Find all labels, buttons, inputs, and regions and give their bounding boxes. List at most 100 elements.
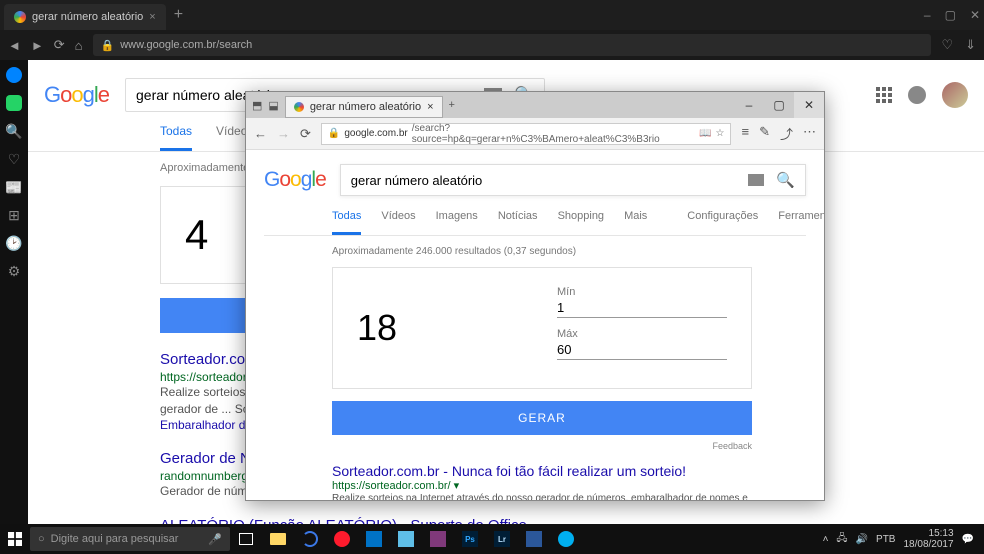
opera-tab[interactable]: gerar número aleatório ×	[4, 4, 166, 30]
close-button[interactable]: ✕	[794, 92, 824, 118]
notes-icon[interactable]: ✎	[759, 124, 770, 143]
edge-address-bar[interactable]: 🔒 google.com.br /search?source=hp&q=gera…	[321, 123, 732, 145]
mic-icon[interactable]: 🎤	[208, 533, 222, 546]
reload-button[interactable]: ⟳	[300, 126, 311, 142]
history-icon[interactable]: 🕑	[5, 234, 23, 252]
tab-preview-icon[interactable]: ⬒	[252, 99, 262, 112]
google-tabs: Todas Vídeos Imagens Notícias Shopping M…	[264, 196, 806, 236]
volume-icon[interactable]: 🔊	[856, 534, 868, 545]
taskview-icon[interactable]	[230, 524, 262, 554]
new-tab-button[interactable]: +	[443, 99, 461, 111]
min-input[interactable]: 1	[557, 298, 727, 318]
news-icon[interactable]: 📰	[5, 178, 23, 196]
more-icon[interactable]: ⋯	[803, 124, 816, 143]
result-title[interactable]: ALEATÓRIO (Função ALEATÓRIO) - Suporte d…	[160, 517, 660, 524]
clock[interactable]: 15:13 18/08/2017	[903, 528, 953, 550]
min-label: Mín	[557, 286, 727, 298]
system-tray: ˄ 🖧 🔊 PTB 15:13 18/08/2017 💬	[813, 528, 984, 550]
action-center-icon[interactable]: 💬	[962, 534, 974, 545]
result-url: https://sorteador.com.br/ ▾	[332, 479, 772, 492]
lock-icon: 🔒	[101, 39, 115, 52]
edge-window-controls: – ▢ ✕	[734, 92, 824, 118]
messenger-icon[interactable]	[5, 66, 23, 84]
back-button[interactable]: ←	[254, 126, 267, 141]
tab-aside-icon[interactable]: ⬓	[268, 99, 278, 112]
start-button[interactable]	[0, 532, 30, 546]
onenote-icon[interactable]	[422, 524, 454, 554]
tab-noticias[interactable]: Notícias	[498, 210, 538, 235]
forward-button[interactable]: ►	[31, 38, 44, 53]
max-label: Máx	[557, 328, 727, 340]
tab-mais[interactable]: Mais	[624, 210, 647, 235]
cortana-icon: ○	[38, 533, 45, 545]
settings-icon[interactable]: ⚙	[5, 262, 23, 280]
google-logo[interactable]: Google	[44, 82, 109, 108]
word-icon[interactable]	[518, 524, 550, 554]
tab-config[interactable]: Configurações	[687, 210, 758, 235]
tab-close-icon[interactable]: ×	[149, 11, 155, 23]
avatar[interactable]	[942, 82, 968, 108]
tab-shopping[interactable]: Shopping	[558, 210, 605, 235]
forward-button[interactable]: →	[277, 126, 290, 141]
reading-view-icon[interactable]: 📖	[699, 128, 711, 139]
google-logo[interactable]: Google	[264, 168, 326, 192]
photoshop-icon[interactable]: Ps	[454, 524, 486, 554]
heart-icon[interactable]: ♡	[5, 150, 23, 168]
address-bar[interactable]: 🔒 www.google.com.br/search	[93, 34, 932, 56]
reload-button[interactable]: ⟳	[54, 37, 65, 53]
edge-tab[interactable]: gerar número aleatório ×	[285, 96, 443, 118]
feedback-link[interactable]: Feedback	[332, 439, 752, 453]
hub-icon[interactable]: ≡	[741, 124, 749, 143]
download-icon[interactable]: ⇓	[965, 37, 976, 53]
edge-icon[interactable]	[294, 524, 326, 554]
tray-chevron-icon[interactable]: ˄	[823, 534, 829, 545]
favorite-icon[interactable]: ☆	[716, 128, 725, 139]
network-icon[interactable]: 🖧	[836, 531, 847, 548]
minimize-button[interactable]: –	[734, 92, 764, 118]
apps-icon[interactable]	[876, 87, 892, 103]
edge-window: ⬒ ⬓ gerar número aleatório × + – ▢ ✕ ← →…	[245, 91, 825, 501]
maximize-button[interactable]: ▢	[945, 8, 956, 22]
taskbar-search[interactable]: ○ Digite aqui para pesquisar 🎤	[30, 527, 230, 551]
lightroom-icon[interactable]: Lr	[486, 524, 518, 554]
app-icon[interactable]	[390, 524, 422, 554]
whatsapp-icon[interactable]	[5, 94, 23, 112]
tab-ferramentas[interactable]: Ferramentas	[778, 210, 824, 235]
google-favicon-icon	[294, 102, 304, 112]
heart-icon[interactable]: ♡	[941, 37, 953, 53]
maximize-button[interactable]: ▢	[764, 92, 794, 118]
search-input[interactable]	[351, 173, 749, 188]
back-button[interactable]: ◄	[8, 38, 21, 53]
outlook-icon[interactable]	[358, 524, 390, 554]
max-input[interactable]: 60	[557, 340, 727, 360]
notifications-icon[interactable]	[908, 86, 926, 104]
search-placeholder: Digite aqui para pesquisar	[51, 533, 179, 545]
skype-icon[interactable]	[550, 524, 582, 554]
file-explorer-icon[interactable]	[262, 524, 294, 554]
opera-titlebar: gerar número aleatório × + – ▢ ✕	[0, 0, 984, 30]
share-icon[interactable]: ⤴	[780, 124, 793, 143]
new-tab-button[interactable]: +	[166, 6, 191, 24]
minimize-button[interactable]: –	[924, 8, 931, 22]
edge-tab-title: gerar número aleatório	[310, 101, 421, 113]
search-icon[interactable]: 🔍	[776, 171, 795, 189]
keyboard-icon[interactable]	[748, 174, 764, 186]
close-button[interactable]: ✕	[970, 8, 980, 22]
language-indicator[interactable]: PTB	[876, 534, 895, 545]
tab-videos[interactable]: Vídeos	[381, 210, 415, 235]
rng-number: 18	[357, 307, 557, 349]
opera-icon[interactable]	[326, 524, 358, 554]
result-stats: Aproximadamente 246.000 resultados (0,37…	[264, 236, 806, 267]
tab-todas[interactable]: Todas	[160, 124, 192, 151]
generate-button[interactable]: GERAR	[332, 401, 752, 435]
url-host: google.com.br	[344, 128, 407, 139]
tab-close-icon[interactable]: ×	[427, 101, 433, 113]
home-button[interactable]: ⌂	[75, 38, 83, 53]
tab-todas[interactable]: Todas	[332, 210, 361, 235]
edge-titlebar: ⬒ ⬓ gerar número aleatório × + – ▢ ✕	[246, 92, 824, 118]
search-icon[interactable]: 🔍	[5, 122, 23, 140]
result-title[interactable]: Sorteador.com.br - Nunca foi tão fácil r…	[332, 463, 772, 479]
tab-imagens[interactable]: Imagens	[436, 210, 478, 235]
speed-dial-icon[interactable]: ⊞	[5, 206, 23, 224]
google-search-box[interactable]: 🔍	[340, 164, 806, 196]
